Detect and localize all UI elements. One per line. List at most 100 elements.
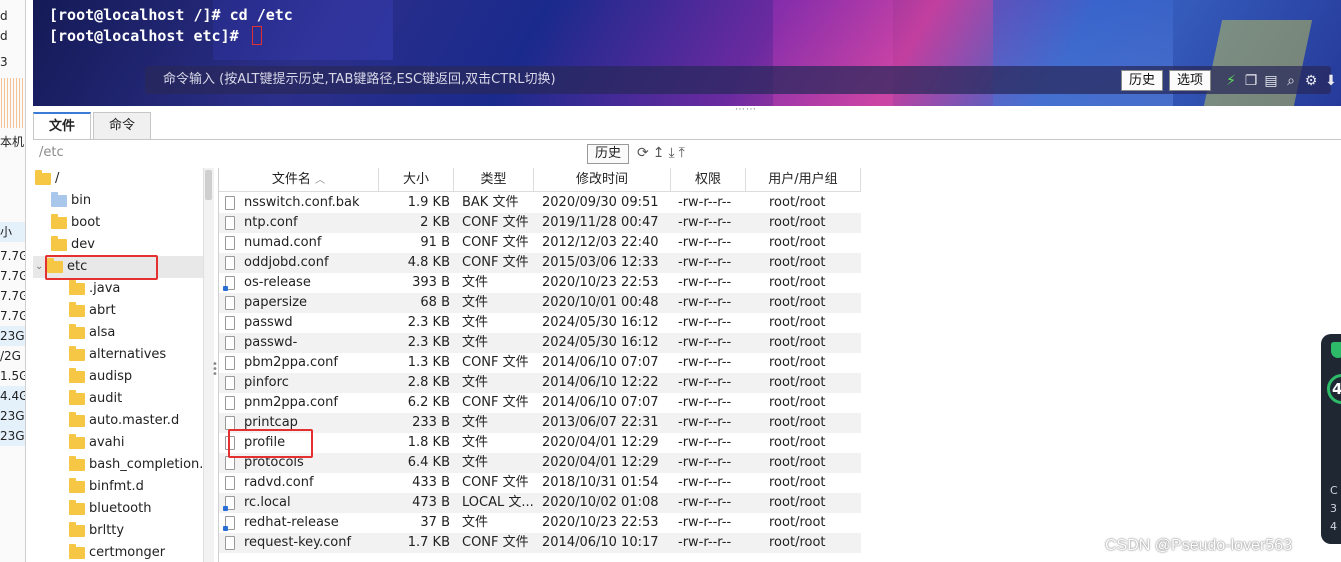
table-row[interactable]: pnm2ppa.conf 6.2 KB CONF 文件 2014/06/10 07:0… [219,393,861,413]
cell-owner: root/root [769,415,826,430]
cell-perm: -rw-r--r-- [678,315,732,330]
cell-size: 473 B [412,495,450,510]
cell-type: BAK 文件 [462,195,519,210]
side-panel-item: 7.7G [0,289,26,303]
column-header-name[interactable]: 文件名 ︿ [219,168,379,192]
cell-perm: -rw-r--r-- [678,415,732,430]
tree-node-child[interactable]: brltty [69,520,124,542]
gear-icon[interactable]: ⚙ [1303,73,1319,89]
tree-node-bin[interactable]: bin [51,190,91,212]
download-icon[interactable]: ⤓ [668,145,674,161]
floating-monitor-widget[interactable]: 46 C 3 4 [1321,334,1341,544]
search-icon[interactable]: ⌕ [1283,73,1299,89]
tree-node-child[interactable]: audisp [69,366,132,388]
bolt-icon[interactable]: ⚡ [1223,73,1239,89]
command-input-bar[interactable]: 命令输入 (按ALT键提示历史,TAB键路径,ESC键返回,双击CTRL切换) … [145,66,1337,94]
column-header-type[interactable]: 类型 [454,168,534,192]
file-name: profile [244,435,286,450]
copy-icon[interactable]: ❐ [1243,73,1259,89]
options-button[interactable]: 选项 [1169,70,1212,91]
tree-node-label: auto.master.d [89,413,180,428]
table-row[interactable]: passwd- 2.3 KB 文件 2024/05/30 16:12 -rw-r--r-… [219,333,861,353]
table-row[interactable]: printcap 233 B 文件 2013/06/07 22:31 -rw-r--r-… [219,413,861,433]
terminal-pane[interactable]: [root@localhost /]# cd /etc [root@localh… [33,0,1341,106]
path-history-button[interactable]: 历史 [587,144,630,164]
tree-node-child[interactable]: abrt [69,300,116,322]
side-panel-item: 23G [0,326,25,346]
column-header-permissions[interactable]: 权限 [671,168,746,192]
column-header-owner[interactable]: 用户/用户组 [746,168,861,192]
tree-node-child[interactable]: certmonger [69,542,165,562]
tree-node-root[interactable]: / [35,168,59,190]
upload-icon[interactable]: ⤒ [679,145,685,161]
cell-mtime: 2012/12/03 22:40 [542,235,659,250]
table-row[interactable]: passwd 2.3 KB 文件 2024/05/30 16:12 -rw-r--r--… [219,313,861,333]
table-row[interactable]: os-release 393 B 文件 2020/10/23 22:53 -rw-r--… [219,273,861,293]
tree-node-child[interactable]: bash_completion.d [69,454,203,476]
table-row[interactable]: profile 1.8 KB 文件 2020/04/01 12:29 -rw-r--r-… [219,433,861,453]
tree-node-child[interactable]: bluetooth [69,498,151,520]
side-panel-item: 1.5G [0,369,26,383]
cell-size: 393 B [412,275,450,290]
terminal-prompt: [root@localhost etc]# [49,27,248,45]
paste-icon[interactable]: ▤ [1263,73,1279,89]
cell-size: 6.4 KB [407,455,450,470]
tab-divider [33,139,1341,140]
folder-icon [69,280,85,295]
tree-node-child[interactable]: auto.master.d [69,410,179,432]
cell-owner: root/root [769,195,826,210]
cell-name: rc.local [219,493,379,513]
table-row[interactable]: request-key.conf 1.7 KB CONF 文件 2014/06/10 … [219,533,861,553]
download-icon[interactable]: ⬇ [1323,73,1339,89]
widget-text: C [1330,484,1338,497]
column-header-size[interactable]: 大小 [379,168,454,192]
horizontal-splitter[interactable]: ⋯⋯ [735,104,757,115]
tree-node-child[interactable]: avahi [69,432,124,454]
cell-type: CONF 文件 [462,215,529,230]
folder-icon [69,390,85,405]
table-row[interactable]: protocols 6.4 KB 文件 2020/04/01 12:29 -rw-r--… [219,453,861,473]
table-row[interactable]: pinforc 2.8 KB 文件 2014/06/10 12:22 -rw-r--r-… [219,373,861,393]
tree-node-boot[interactable]: boot [51,212,100,234]
path-input[interactable]: /etc [39,145,64,160]
tree-scrollbar-thumb[interactable] [205,170,212,200]
tree-node-etc[interactable]: ⌄ etc [33,256,203,278]
table-row[interactable]: redhat-release 37 B 文件 2020/10/23 22:53 -rw-… [219,513,861,533]
cell-type: 文件 [462,415,489,430]
table-row[interactable]: ntp.conf 2 KB CONF 文件 2019/11/28 00:47 -rw-r… [219,213,861,233]
tree-node-child[interactable]: .java [69,278,120,300]
tree-node-dev[interactable]: dev [51,234,95,256]
cell-name: ntp.conf [219,213,379,233]
cell-mtime: 2013/06/07 22:31 [542,415,659,430]
refresh-icon[interactable]: ⟳ [637,145,649,161]
tree-node-child[interactable]: alternatives [69,344,166,366]
folder-link-icon [51,192,67,207]
table-row[interactable]: pbm2ppa.conf 1.3 KB CONF 文件 2014/06/10 07:0… [219,353,861,373]
table-row[interactable]: numad.conf 91 B CONF 文件 2012/12/03 22:40 -rw… [219,233,861,253]
tree-node-label: binfmt.d [89,479,144,494]
tree-node-child[interactable]: binfmt.d [69,476,144,498]
tab-commands[interactable]: 命令 [93,112,152,139]
table-row[interactable]: radvd.conf 433 B CONF 文件 2018/10/31 01:54 -r… [219,473,861,493]
cell-name: pnm2ppa.conf [219,393,379,413]
parent-dir-icon[interactable]: ↥ [653,145,665,161]
cell-name: pbm2ppa.conf [219,353,379,373]
cell-name: numad.conf [219,233,379,253]
table-row[interactable]: rc.local 473 B LOCAL 文... 2020/10/02 01:08 -… [219,493,861,513]
tab-files[interactable]: 文件 [33,112,92,140]
column-header-mtime[interactable]: 修改时间 [534,168,671,192]
tree-node-child[interactable]: audit [69,388,122,410]
file-name: papersize [244,295,308,310]
chevron-down-icon[interactable]: ⌄ [35,256,47,278]
tree-node-label: etc [67,259,88,274]
table-row[interactable]: nsswitch.conf.bak 1.9 KB BAK 文件 2020/09/30 … [219,193,861,213]
cell-mtime: 2014/06/10 07:07 [542,395,659,410]
cell-name: oddjobd.conf [219,253,379,273]
cell-size: 433 B [412,475,450,490]
table-row[interactable]: papersize 68 B 文件 2020/10/01 00:48 -rw-r--r-… [219,293,861,313]
history-button[interactable]: 历史 [1121,70,1164,91]
cell-size: 2.8 KB [407,375,450,390]
table-row[interactable]: oddjobd.conf 4.8 KB CONF 文件 2015/03/06 12:3… [219,253,861,273]
tree-node-child[interactable]: alsa [69,322,115,344]
folder-icon [51,236,67,251]
